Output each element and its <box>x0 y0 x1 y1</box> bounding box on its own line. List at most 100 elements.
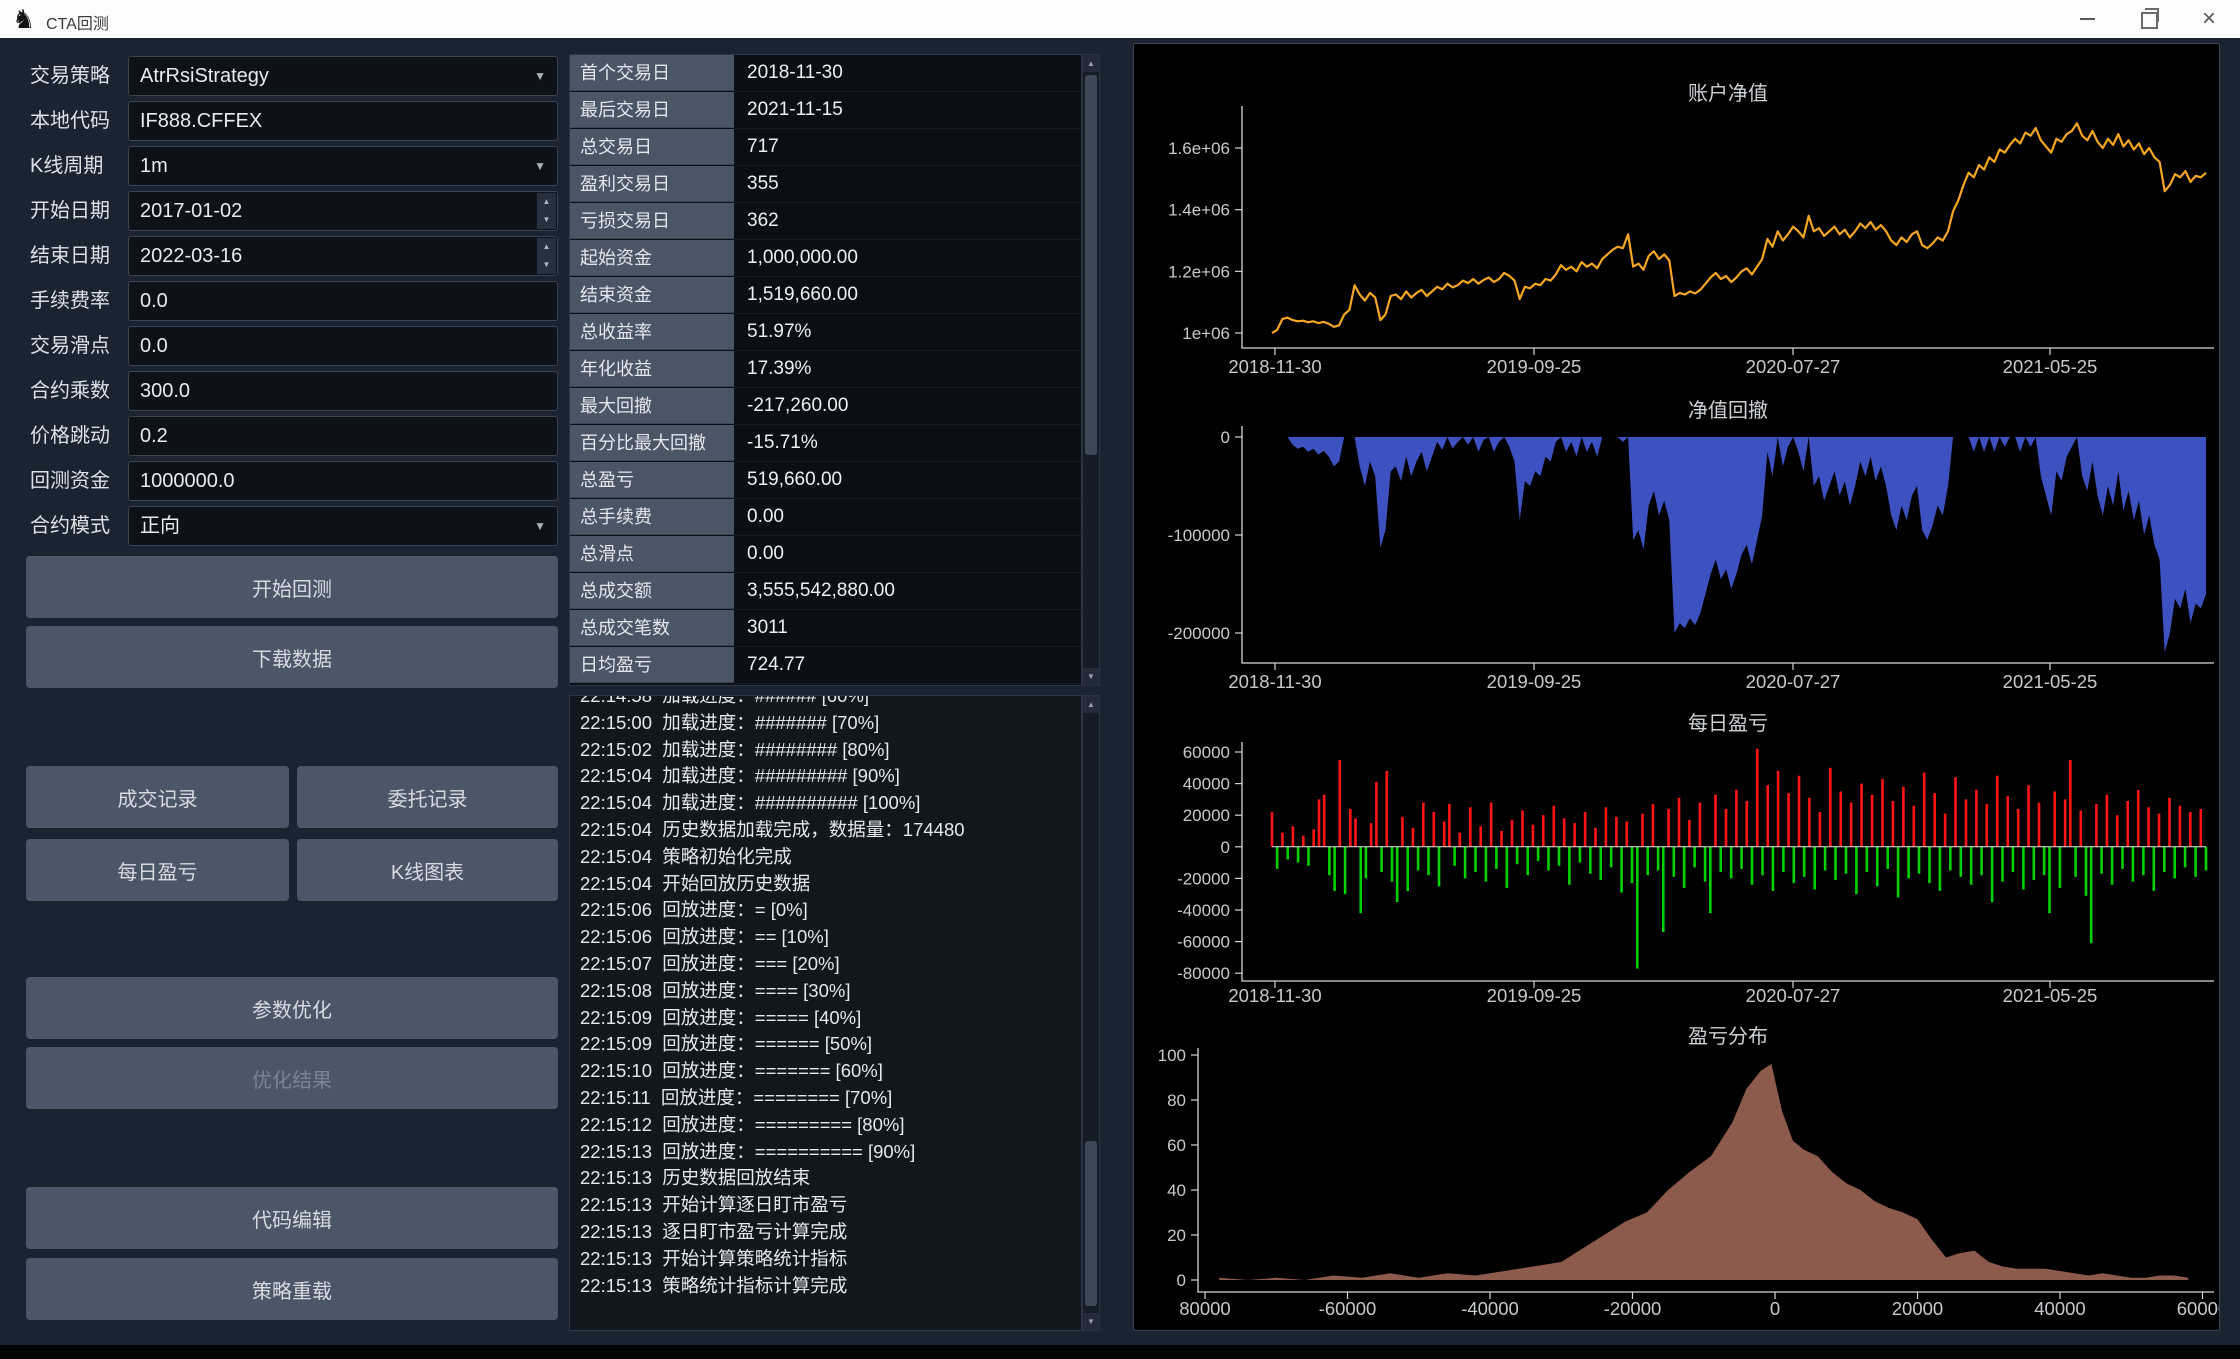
table-row: 百分比最大回撤-15.71% <box>570 425 1081 462</box>
log-line: 22:15:12 回放进度：========= [80%] <box>580 1112 1081 1139</box>
daily-pnl-button[interactable]: 每日盈亏 <box>26 839 289 901</box>
spin-down-icon[interactable]: ▼ <box>537 256 556 274</box>
scroll-up-icon[interactable]: ▲ <box>1083 55 1099 72</box>
chevron-down-icon[interactable]: ▼ <box>534 507 546 545</box>
stat-value: 3011 <box>734 610 1081 647</box>
form-field-8[interactable]: 0.2 <box>128 416 558 456</box>
stat-label: 首个交易日 <box>570 55 734 91</box>
form-field-2[interactable]: 1m▼ <box>128 146 558 186</box>
table-row: 总滑点0.00 <box>570 536 1081 573</box>
chevron-down-icon[interactable]: ▼ <box>534 57 546 95</box>
app-logo-icon: ♞ <box>12 4 35 34</box>
log-line: 22:15:13 回放进度：========== [90%] <box>580 1139 1081 1166</box>
svg-text:40000: 40000 <box>2034 1298 2085 1319</box>
form-field-1[interactable]: IF888.CFFEX <box>128 101 558 141</box>
stat-value: 2018-11-30 <box>734 55 1081 92</box>
field-value: 0.0 <box>140 290 168 312</box>
log-line: 22:15:00 加载进度：####### [70%] <box>580 710 1081 737</box>
svg-text:1.2e+06: 1.2e+06 <box>1168 262 1230 281</box>
restore-icon <box>2141 12 2158 29</box>
svg-text:2018-11-30: 2018-11-30 <box>1228 985 1321 1006</box>
svg-text:60: 60 <box>1167 1136 1186 1155</box>
scroll-down-icon[interactable]: ▼ <box>1083 668 1099 685</box>
log-line: 22:15:13 开始计算策略统计指标 <box>580 1246 1081 1273</box>
form-label-7: 合约乘数 <box>30 371 126 411</box>
spin-down-icon[interactable]: ▼ <box>537 211 556 229</box>
param-optimize-button[interactable]: 参数优化 <box>26 977 558 1039</box>
form-field-3[interactable]: 2017-01-02▲▼ <box>128 191 558 231</box>
svg-text:-20000: -20000 <box>1177 869 1230 888</box>
form-label-0: 交易策略 <box>30 56 126 96</box>
scroll-down-icon[interactable]: ▼ <box>1083 1313 1099 1330</box>
start-backtest-button[interactable]: 开始回测 <box>26 556 558 618</box>
charts-canvas[interactable]: 1.6e+061.4e+061.2e+061e+062018-11-302019… <box>1134 44 2219 1330</box>
field-value: 1000000.0 <box>140 470 235 492</box>
trade-records-button[interactable]: 成交记录 <box>26 766 289 828</box>
svg-text:-100000: -100000 <box>1168 526 1230 545</box>
table-row: 总盈亏519,660.00 <box>570 462 1081 499</box>
spin-up-icon[interactable]: ▲ <box>537 193 556 212</box>
form-field-9[interactable]: 1000000.0 <box>128 461 558 501</box>
minimize-button[interactable] <box>2056 0 2118 38</box>
stat-value: -15.71% <box>734 425 1081 462</box>
table-row: 年化收益17.39% <box>570 351 1081 388</box>
chevron-down-icon[interactable]: ▼ <box>534 147 546 185</box>
field-value: 0.2 <box>140 425 168 447</box>
scrollbar-handle[interactable] <box>1085 75 1097 455</box>
svg-text:1.6e+06: 1.6e+06 <box>1168 139 1230 158</box>
form-field-6[interactable]: 0.0 <box>128 326 558 366</box>
download-data-button[interactable]: 下载数据 <box>26 626 558 688</box>
log-line: 22:15:04 开始回放历史数据 <box>580 871 1081 898</box>
log-line: 22:15:06 回放进度：== [10%] <box>580 924 1081 951</box>
stat-label: 起始资金 <box>570 240 734 276</box>
svg-text:1e+06: 1e+06 <box>1182 324 1230 343</box>
form-field-5[interactable]: 0.0 <box>128 281 558 321</box>
table-row: 总成交额3,555,542,880.00 <box>570 573 1081 610</box>
statistics-table[interactable]: 首个交易日2018-11-30最后交易日2021-11-15总交易日717盈利交… <box>569 54 1082 686</box>
log-line: 22:15:10 回放进度：======= [60%] <box>580 1058 1081 1085</box>
log-panel[interactable]: 22:14:58 加载进度：###### [60%]22:15:00 加载进度：… <box>569 695 1082 1331</box>
svg-text:2018-11-30: 2018-11-30 <box>1228 356 1321 377</box>
stat-label: 总交易日 <box>570 129 734 165</box>
table-row: 总交易日717 <box>570 129 1081 166</box>
field-value: AtrRsiStrategy <box>140 65 269 87</box>
svg-text:80: 80 <box>1167 1091 1186 1110</box>
form-field-4[interactable]: 2022-03-16▲▼ <box>128 236 558 276</box>
svg-text:2021-05-25: 2021-05-25 <box>2003 356 2098 377</box>
stat-label: 最后交易日 <box>570 92 734 128</box>
form-field-10[interactable]: 正向 ▼ <box>128 506 558 546</box>
table-row: 总收益率51.97% <box>570 314 1081 351</box>
svg-text:2021-05-25: 2021-05-25 <box>2003 671 2098 692</box>
log-line: 22:15:13 逐日盯市盈亏计算完成 <box>580 1219 1081 1246</box>
form-field-7[interactable]: 300.0 <box>128 371 558 411</box>
statistics-scrollbar[interactable]: ▲ ▼ <box>1082 54 1100 686</box>
field-value: 300.0 <box>140 380 190 402</box>
svg-text:0: 0 <box>1221 838 1230 857</box>
strategy-reload-button[interactable]: 策略重载 <box>26 1258 558 1320</box>
form-label-3: 开始日期 <box>30 191 126 231</box>
log-line: 22:15:06 回放进度：= [0%] <box>580 897 1081 924</box>
close-button[interactable]: × <box>2178 0 2240 38</box>
spin-up-icon[interactable]: ▲ <box>537 238 556 257</box>
kline-chart-button[interactable]: K线图表 <box>297 839 558 901</box>
table-row: 首个交易日2018-11-30 <box>570 55 1081 92</box>
svg-text:60000: 60000 <box>1183 743 1230 762</box>
stat-value: 51.97% <box>734 314 1081 351</box>
log-line: 22:15:04 策略初始化完成 <box>580 844 1081 871</box>
log-line: 22:15:04 加载进度：########## [100%] <box>580 790 1081 817</box>
code-edit-button[interactable]: 代码编辑 <box>26 1187 558 1249</box>
svg-text:-20000: -20000 <box>1604 1298 1662 1319</box>
order-records-button[interactable]: 委托记录 <box>297 766 558 828</box>
form-label-10: 合约模式 <box>30 506 126 546</box>
scroll-up-icon[interactable]: ▲ <box>1083 696 1099 713</box>
scrollbar-handle[interactable] <box>1085 1141 1097 1306</box>
svg-text:-80000: -80000 <box>1177 964 1230 983</box>
optimize-result-button[interactable]: 优化结果 <box>26 1047 558 1109</box>
form-field-0[interactable]: AtrRsiStrategy ▼ <box>128 56 558 96</box>
log-scrollbar[interactable]: ▲ ▼ <box>1082 695 1100 1331</box>
charts-panel[interactable]: 账户净值 净值回撤 每日盈亏 盈亏分布 1.6e+061.4e+061.2e+0… <box>1133 43 2220 1331</box>
taskbar-strip <box>0 1345 2240 1359</box>
field-value: 正向 <box>140 515 180 537</box>
maximize-button[interactable] <box>2118 0 2180 38</box>
stat-value: -217,260.00 <box>734 388 1081 425</box>
